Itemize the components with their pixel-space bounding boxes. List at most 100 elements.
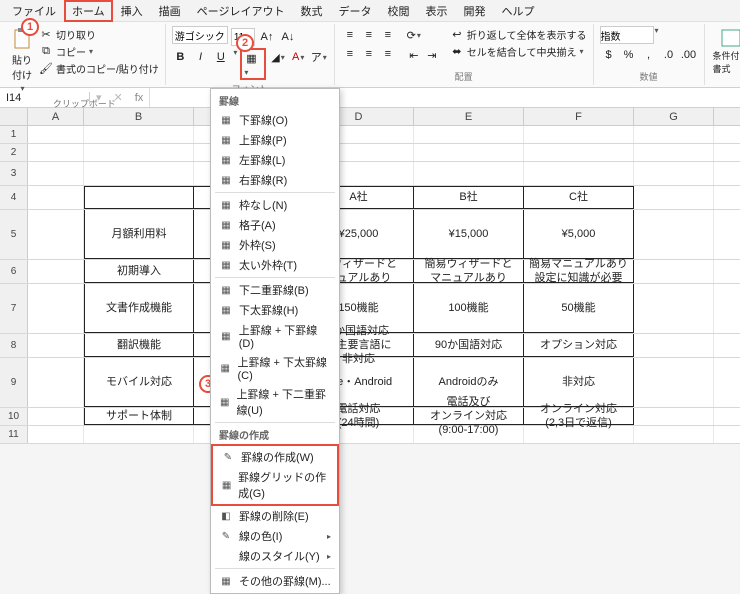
row-header[interactable]: 3 — [0, 162, 28, 185]
col-header-G[interactable]: G — [634, 108, 714, 125]
border-option[interactable]: ▦枠なし(N) — [211, 195, 339, 215]
cell[interactable] — [84, 144, 194, 161]
menu-view[interactable]: 表示 — [417, 1, 455, 21]
cell[interactable]: 初期導入 — [84, 260, 194, 283]
align-center-icon[interactable]: ≡ — [360, 45, 378, 63]
cell[interactable] — [414, 144, 524, 161]
cell[interactable] — [634, 210, 714, 259]
cell[interactable] — [634, 284, 714, 333]
cell[interactable] — [524, 126, 634, 143]
cell[interactable]: 簡易ウィザードと マニュアルあり — [414, 260, 524, 283]
cond-format-button[interactable]: 条件付き 書式 — [711, 26, 740, 77]
menu-pagelayout[interactable]: ページレイアウト — [189, 1, 293, 21]
cell[interactable] — [634, 408, 714, 425]
erase-border-item[interactable]: ◧罫線の削除(E) — [211, 506, 339, 526]
menu-help[interactable]: ヘルプ — [493, 1, 542, 21]
select-all-corner[interactable] — [0, 108, 28, 125]
border-option[interactable]: ▦下罫線(O) — [211, 110, 339, 130]
align-bot-icon[interactable]: ≡ — [379, 26, 397, 44]
cell[interactable] — [414, 426, 524, 443]
orientation-icon[interactable]: ⟳▾ — [405, 26, 423, 44]
cell[interactable] — [28, 408, 84, 425]
underline-button[interactable]: U — [212, 48, 229, 66]
cell[interactable] — [634, 426, 714, 443]
format-painter-button[interactable]: 🖌書式のコピー/貼り付け — [38, 60, 159, 76]
menu-insert[interactable]: 挿入 — [113, 1, 151, 21]
border-option[interactable]: ▦下太罫線(H) — [211, 300, 339, 320]
row-header[interactable]: 2 — [0, 144, 28, 161]
border-option[interactable]: ▦上罫線 + 下二重罫線(U) — [211, 384, 339, 420]
cell[interactable]: C社 — [524, 186, 634, 209]
fx-cancel-icon[interactable]: ✕ — [108, 91, 129, 104]
menu-draw[interactable]: 描画 — [151, 1, 189, 21]
cell[interactable]: 電話及び オンライン対応 (9:00-17:00) — [414, 408, 524, 425]
font-color-button[interactable]: A▾ — [290, 48, 307, 66]
fill-color-button[interactable]: ◢▾ — [269, 48, 286, 66]
cell[interactable]: オンライン対応 (2,3日で返信) — [524, 408, 634, 425]
fx-icon[interactable]: fx — [129, 92, 150, 104]
cell[interactable] — [28, 284, 84, 333]
name-box[interactable]: I14 — [0, 92, 90, 104]
cell[interactable] — [28, 426, 84, 443]
line-style-item[interactable]: 線のスタイル(Y)▸ — [211, 546, 339, 566]
border-dropdown-button[interactable]: ▦▾ — [240, 48, 266, 80]
cell[interactable] — [634, 144, 714, 161]
cell[interactable] — [28, 358, 84, 407]
wrap-text-button[interactable]: ↩折り返して全体を表示する — [449, 26, 587, 42]
cell[interactable] — [634, 358, 714, 407]
font-name-input[interactable] — [172, 26, 228, 44]
cell[interactable]: サポート体制 — [84, 408, 194, 425]
cell[interactable] — [634, 162, 714, 185]
border-option[interactable]: ▦外枠(S) — [211, 235, 339, 255]
col-header-A[interactable]: A — [28, 108, 84, 125]
inc-decimal-icon[interactable]: .0 — [660, 46, 678, 64]
copy-button[interactable]: ⧉コピー▾ — [38, 43, 159, 59]
cell[interactable] — [28, 210, 84, 259]
row-header[interactable]: 5 — [0, 210, 28, 259]
border-option[interactable]: ▦左罫線(L) — [211, 150, 339, 170]
cell[interactable] — [28, 260, 84, 283]
cell[interactable]: モバイル対応 — [84, 358, 194, 407]
bold-button[interactable]: B — [172, 48, 189, 66]
menu-home[interactable]: ホーム — [64, 0, 113, 22]
paste-button[interactable]: 貼り付け▾ — [10, 26, 34, 95]
row-header[interactable]: 8 — [0, 334, 28, 357]
cell[interactable]: 90か国語対応 — [414, 334, 524, 357]
cell[interactable]: B社 — [414, 186, 524, 209]
row-header[interactable]: 7 — [0, 284, 28, 333]
cell[interactable]: 50機能 — [524, 284, 634, 333]
indent-dec-icon[interactable]: ⇤ — [405, 46, 423, 64]
menu-dev[interactable]: 開発 — [455, 1, 493, 21]
border-option[interactable]: ▦上罫線 + 下太罫線(C) — [211, 352, 339, 384]
row-header[interactable]: 10 — [0, 408, 28, 425]
decrease-font-icon[interactable]: A↓ — [279, 28, 297, 46]
border-option[interactable]: ▦格子(A) — [211, 215, 339, 235]
number-format-select[interactable] — [600, 26, 654, 44]
draw-border-option[interactable]: ✎罫線の作成(W) — [213, 447, 337, 467]
align-left-icon[interactable]: ≡ — [341, 45, 359, 63]
align-top-icon[interactable]: ≡ — [341, 26, 359, 44]
col-header-B[interactable]: B — [84, 108, 194, 125]
row-header[interactable]: 1 — [0, 126, 28, 143]
more-borders-item[interactable]: ▦その他の罫線(M)... — [211, 571, 339, 591]
cell[interactable]: ¥5,000 — [524, 210, 634, 259]
menu-formula[interactable]: 数式 — [292, 1, 330, 21]
cell[interactable]: 翻訳機能 — [84, 334, 194, 357]
cell[interactable] — [414, 162, 524, 185]
cell[interactable]: 100機能 — [414, 284, 524, 333]
cell[interactable]: 文書作成機能 — [84, 284, 194, 333]
cell[interactable] — [524, 162, 634, 185]
percent-icon[interactable]: % — [620, 46, 638, 64]
border-option[interactable]: ▦右罫線(R) — [211, 170, 339, 190]
align-right-icon[interactable]: ≡ — [379, 45, 397, 63]
increase-font-icon[interactable]: A↑ — [258, 28, 276, 46]
align-mid-icon[interactable]: ≡ — [360, 26, 378, 44]
cut-button[interactable]: ✂切り取り — [38, 26, 159, 42]
border-option[interactable]: ▦上罫線 + 下罫線(D) — [211, 320, 339, 352]
cell[interactable] — [84, 186, 194, 209]
cell[interactable] — [28, 162, 84, 185]
line-color-item[interactable]: ✎線の色(I)▸ — [211, 526, 339, 546]
cell[interactable] — [524, 144, 634, 161]
comma-icon[interactable]: , — [640, 46, 658, 64]
menu-data[interactable]: データ — [330, 1, 379, 21]
